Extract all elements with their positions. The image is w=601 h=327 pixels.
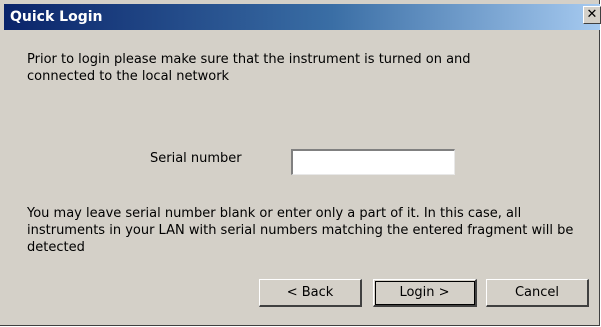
intro-message: Prior to login please make sure that the… (27, 52, 471, 84)
cancel-button[interactable]: Cancel (486, 279, 589, 307)
dialog-title: Quick Login (10, 9, 103, 25)
close-icon: ✕ (586, 7, 598, 22)
hint-message: You may leave serial number blank or ent… (27, 206, 574, 255)
serial-number-input[interactable] (291, 149, 455, 175)
back-button[interactable]: < Back (259, 279, 362, 307)
serial-number-label: Serial number (150, 151, 242, 166)
close-button[interactable]: ✕ (583, 6, 601, 24)
quick-login-dialog: Quick Login ✕ Prior to login please make… (0, 0, 601, 326)
title-bar[interactable]: Quick Login ✕ (4, 4, 601, 30)
login-button[interactable]: Login > (373, 279, 477, 307)
